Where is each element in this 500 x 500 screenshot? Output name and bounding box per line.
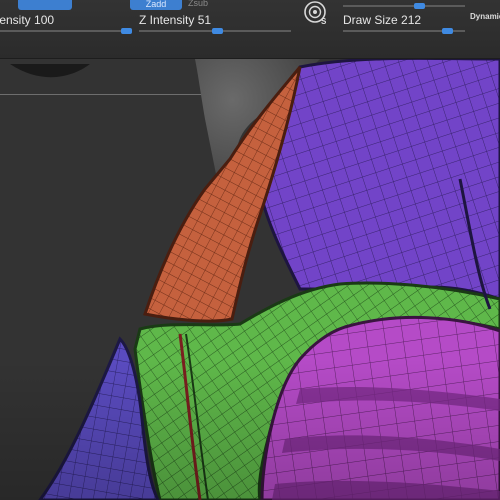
z-intensity-label: Z Intensity 51 bbox=[139, 13, 212, 27]
zbrush-s-logo-icon[interactable]: S bbox=[303, 0, 329, 26]
top-toolbar: Zadd Zsub tensity 100 Z Intensity 51 S D… bbox=[0, 0, 500, 59]
z-intensity-slider-thumb[interactable] bbox=[211, 28, 223, 34]
z-intensity-slider[interactable] bbox=[139, 28, 291, 34]
rgb-intensity-label: tensity 100 bbox=[0, 13, 55, 27]
draw-size-slider-thumb[interactable] bbox=[441, 28, 453, 34]
draw-size-slider[interactable] bbox=[343, 28, 465, 34]
3d-viewport[interactable] bbox=[0, 59, 500, 500]
hair-silhouette bbox=[10, 64, 90, 78]
dynamic-toggle[interactable]: Dynamic bbox=[470, 12, 500, 21]
zadd-button[interactable]: Zadd bbox=[130, 0, 182, 10]
rgb-intensity-slider[interactable] bbox=[0, 28, 132, 34]
draw-size-label: Draw Size 212 bbox=[343, 13, 422, 27]
focal-shift-slider-thumb[interactable] bbox=[413, 3, 425, 9]
zsub-button[interactable]: Zsub bbox=[188, 0, 208, 8]
focal-shift-slider[interactable] bbox=[343, 3, 465, 9]
purple-shoulder-panel bbox=[260, 59, 500, 301]
rgb-mode-button[interactable] bbox=[18, 0, 72, 10]
rgb-intensity-slider-thumb[interactable] bbox=[121, 28, 132, 34]
svg-text:S: S bbox=[321, 17, 327, 26]
jacket-mesh-model[interactable] bbox=[0, 59, 500, 500]
